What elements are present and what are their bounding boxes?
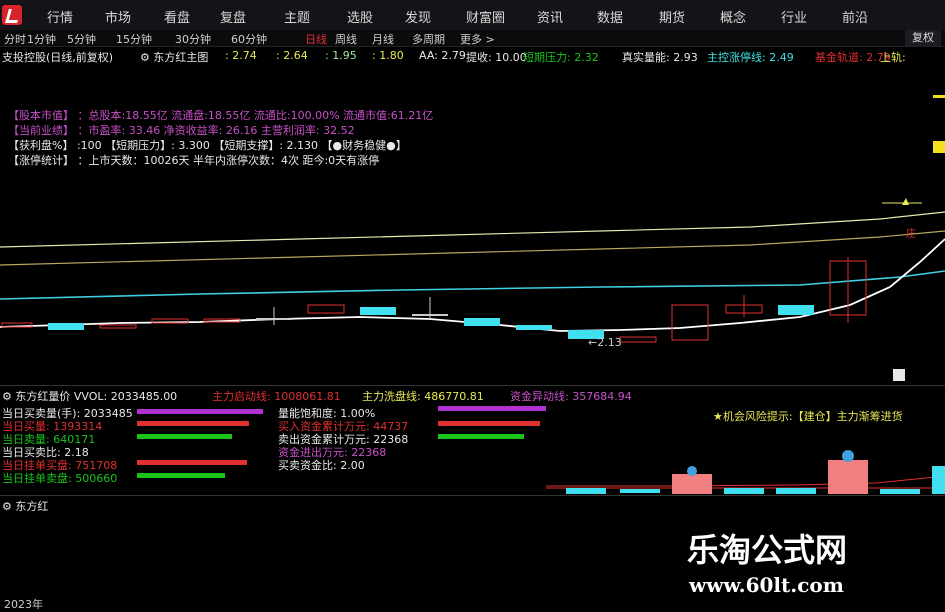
settings-icon[interactable]: ⚙	[2, 390, 15, 403]
main-wash-line: 主力洗盘线: 486770.81	[362, 390, 484, 403]
candle[interactable]	[516, 325, 552, 330]
period-tab-3[interactable]: 15分钟	[116, 31, 152, 47]
total-vol-bar	[137, 409, 263, 414]
menu-item-10[interactable]: 期货	[659, 7, 685, 26]
period-tab-4[interactable]: 30分钟	[175, 31, 211, 47]
candle[interactable]	[48, 323, 84, 330]
fund-move-line: 资金异动线: 357684.94	[510, 390, 632, 403]
fund-bars-canvas	[546, 450, 945, 494]
app-logo-icon[interactable]	[2, 5, 22, 25]
candle[interactable]	[671, 304, 709, 341]
period-tab-9[interactable]: 多周期	[412, 31, 445, 47]
menu-item-7[interactable]: 财富圈	[466, 7, 505, 26]
period-tab-7[interactable]: 周线	[335, 31, 357, 47]
menu-item-4[interactable]: 主题	[284, 7, 310, 26]
menu-item-3[interactable]: 复盘	[220, 7, 246, 26]
buy-vol-bar	[137, 421, 249, 426]
buy-fund-bar	[438, 421, 540, 426]
sell-fund-bar	[438, 434, 524, 439]
dfh-panel-title: ⚙ 东方红	[2, 500, 49, 513]
sell-vol-bar	[137, 434, 232, 439]
price-annotation: ←2.13	[588, 336, 622, 349]
scroll-marker-icon[interactable]	[893, 369, 905, 381]
yellow-block-icon	[933, 95, 945, 98]
order-buy-bar	[137, 460, 247, 465]
menu-item-13[interactable]: 前沿	[842, 7, 868, 26]
menu-item-11[interactable]: 概念	[720, 7, 746, 26]
vol-stat-5: 当日挂单卖盘: 500660	[2, 472, 118, 485]
ma-line-mid	[0, 230, 945, 266]
watermark-title: 乐淘公式网	[687, 531, 848, 569]
main-kline-chart[interactable]: 支投控股(日线,前复权) ⚙ 东方红主图 : 2.74: 2.64: 1.95:…	[0, 47, 945, 385]
period-tab-10[interactable]: 更多 >	[460, 31, 495, 47]
period-tab-0[interactable]: 分时	[4, 31, 26, 47]
period-tab-6[interactable]: 日线	[305, 31, 327, 47]
red-marker-text: 庄	[906, 227, 916, 240]
yellow-block-icon	[933, 141, 945, 153]
candle[interactable]	[256, 318, 292, 320]
menu-item-9[interactable]: 数据	[597, 7, 623, 26]
vol-panel-title: ⚙ 东方红量价 VVOL: 2033485.00	[2, 390, 178, 403]
period-tab-5[interactable]: 60分钟	[231, 31, 267, 47]
menu-item-5[interactable]: 选股	[347, 7, 373, 26]
fund-stat-4: 买卖资金比: 2.00	[278, 459, 365, 472]
period-tab-1[interactable]: 1分钟	[27, 31, 56, 47]
watermark-url: www.60lt.com	[689, 573, 844, 597]
candle[interactable]	[464, 318, 500, 326]
menu-item-8[interactable]: 资讯	[537, 7, 563, 26]
candle[interactable]	[99, 324, 137, 329]
year-label: 2023年	[4, 598, 43, 611]
menu-item-2[interactable]: 看盘	[164, 7, 190, 26]
saturation-bar	[438, 406, 546, 411]
candle[interactable]	[778, 305, 814, 315]
star-marker-icon	[902, 198, 909, 205]
watermark-overlay: 乐淘公式网 www.60lt.com	[637, 515, 945, 609]
settings-icon[interactable]: ⚙	[2, 500, 15, 513]
ma-line-short	[0, 270, 945, 300]
fuquan-button[interactable]: 复权	[905, 30, 941, 46]
period-tab-2[interactable]: 5分钟	[67, 31, 96, 47]
order-sell-bar	[137, 473, 225, 478]
risk-hint: ★机会风险提示:【建仓】主力渐筹进货	[713, 410, 903, 423]
top-menu-bar: 行情 市场 看盘 复盘 主题 选股 发现 财富圈 资讯 数据 期货 概念 行业 前沿	[0, 0, 945, 31]
kline-canvas[interactable]: 庄	[0, 47, 945, 385]
main-cost-line: 主力启动线: 1008061.81	[212, 390, 341, 403]
menu-item-1[interactable]: 市场	[105, 7, 131, 26]
candle[interactable]	[307, 304, 345, 314]
candle[interactable]	[412, 314, 448, 316]
menu-item-0[interactable]: 行情	[47, 7, 73, 26]
candle[interactable]	[360, 307, 396, 315]
menu-item-6[interactable]: 发现	[405, 7, 431, 26]
candle[interactable]	[619, 336, 657, 343]
period-toolbar: 分时 1分钟 5分钟 15分钟 30分钟 60分钟 日线 周线 月线 多周期 更多 >	[0, 30, 945, 47]
period-tab-8[interactable]: 月线	[372, 31, 394, 47]
volume-price-panel[interactable]: ⚙ 东方红量价 VVOL: 2033485.00 主力启动线: 1008061.…	[0, 385, 945, 496]
menu-item-12[interactable]: 行业	[781, 7, 807, 26]
